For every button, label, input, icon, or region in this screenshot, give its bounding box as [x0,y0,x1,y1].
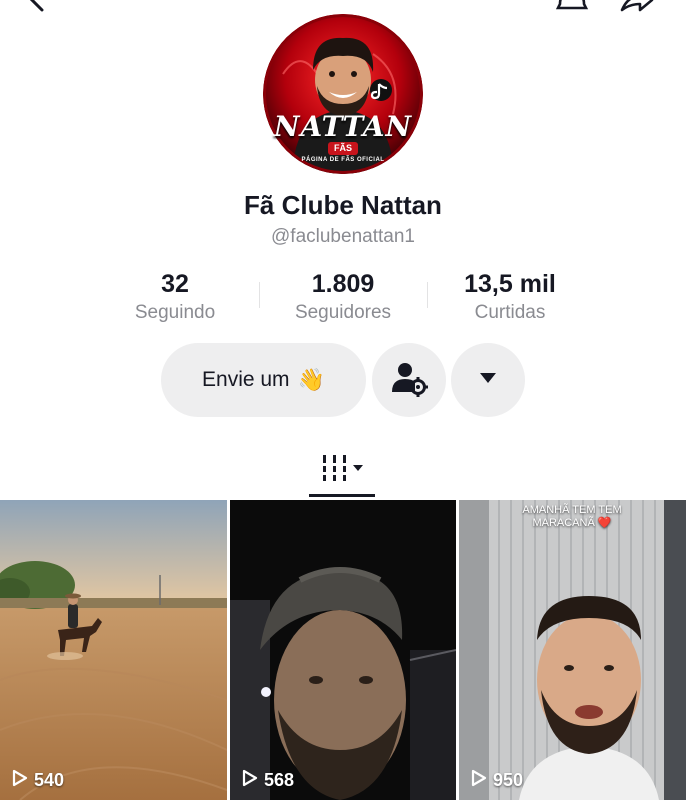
video-tile[interactable]: AMANHÃ TEM TEM MARACANÃ ❤️ 950 [459,500,686,800]
stat-following[interactable]: 32 Seguindo [90,268,260,326]
message-button[interactable]: Envie um 👋 [161,343,366,417]
view-count: 950 [471,769,523,792]
avatar-logo-text: NATTAN [273,110,413,143]
video-tile[interactable]: 540 [0,500,227,800]
video-caption-line: AMANHÃ TEM TEM [522,504,622,516]
view-count-value: 540 [34,770,65,790]
grid-columns-icon [317,451,369,490]
stat-likes-label: Curtidas [474,302,546,323]
back-icon[interactable] [22,0,50,14]
follow-settings-button[interactable] [372,343,446,417]
top-bar [0,0,686,14]
active-tab-indicator [309,494,375,497]
play-icon [471,769,487,792]
play-icon [12,769,28,792]
stat-likes-value: 13,5 mil [464,270,556,298]
video-thumbnail-man-selfie [459,500,686,800]
play-icon [242,769,258,792]
video-grid: 540 568 AMANHÃ TEM TEM MARACANÃ ❤️ 950 [0,500,686,800]
more-options-button[interactable] [451,343,525,417]
tab-videos-grid[interactable] [309,442,377,498]
user-gear-icon [389,358,429,403]
video-thumbnail-man-cap [230,500,456,800]
view-count-value: 950 [493,770,524,790]
avatar-ring-text: PÁGINA DE FÃS OFICIAL [301,157,385,163]
profile-actions: Envie um 👋 [0,343,686,417]
profile-handle: @faclubenattan1 [271,226,415,247]
share-icon[interactable] [616,0,656,14]
view-count: 540 [12,769,64,792]
video-thumbnail-horse-rider [0,500,227,800]
video-caption-line: MARACANÃ ❤️ [532,517,612,529]
stat-followers-value: 1.809 [311,270,375,298]
stat-following-value: 32 [161,270,189,298]
view-count-value: 568 [264,770,295,790]
profile-stats: 32 Seguindo 1.809 Seguidores 13,5 mil Cu… [0,268,686,328]
wave-emoji-icon: 👋 [297,367,325,392]
video-tile[interactable]: 568 [230,500,456,800]
stat-following-label: Seguindo [134,302,216,323]
stat-followers-label: Seguidores [294,302,392,323]
profile-name: Fã Clube Nattan [244,190,442,220]
avatar-badge-text: FÃS [328,142,358,155]
caret-down-icon [478,371,498,390]
video-caption: AMANHÃ TEM TEM MARACANÃ ❤️ [459,504,685,530]
stat-followers[interactable]: 1.809 Seguidores [258,268,428,326]
view-count: 568 [242,769,294,792]
message-button-label: Envie um [202,368,290,391]
bell-icon[interactable] [552,0,592,14]
content-tab-bar [0,442,686,500]
stat-likes[interactable]: 13,5 mil Curtidas [425,268,595,326]
